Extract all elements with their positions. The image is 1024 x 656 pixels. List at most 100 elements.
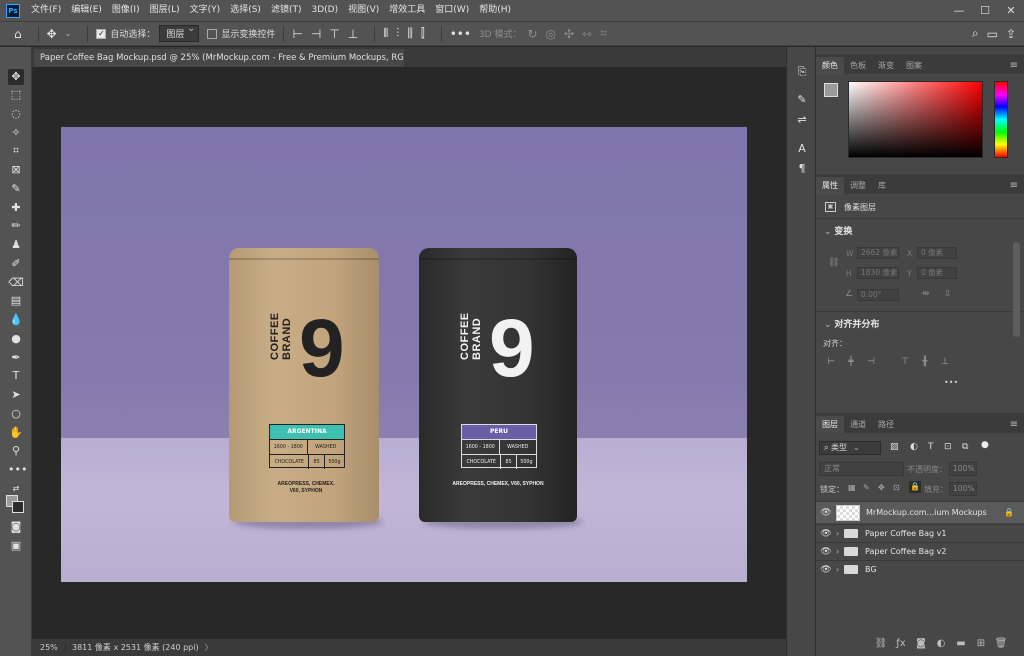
delete-layer-icon[interactable]: 🗑 [994, 637, 1008, 651]
distribute-spacing-icon[interactable]: ⫿ [421, 26, 425, 41]
zoom-tool-icon[interactable]: ⚲ [8, 443, 24, 459]
tab-gradients[interactable]: 渐变 [872, 57, 900, 74]
menu-help[interactable]: 帮助(H) [474, 0, 516, 21]
tab-channels[interactable]: 通道 [844, 416, 872, 433]
menu-file[interactable]: 文件(F) [26, 0, 66, 21]
align-horizontal-centers-icon[interactable]: ⊣ [311, 27, 321, 41]
document-canvas[interactable]: COFFEE BRAND 9 ARGENTINA 1600 - 1800 WAS… [61, 127, 747, 582]
panel-menu-icon[interactable]: ≡ [1010, 177, 1018, 194]
align-top-edges-icon[interactable]: ⊥ [348, 27, 358, 41]
magic-wand-tool-icon[interactable]: ✧ [8, 125, 24, 141]
align-left-edges-icon[interactable]: ⊢ [292, 27, 302, 41]
filter-smart-object-icon[interactable]: ⧉ [962, 442, 968, 452]
filter-pixel-icon[interactable]: ▨ [890, 442, 899, 452]
tab-libraries[interactable]: 库 [872, 177, 892, 194]
tab-swatches[interactable]: 色板 [844, 57, 872, 74]
foreground-color-swatch[interactable] [824, 83, 838, 97]
visibility-eye-icon[interactable]: 👁 [816, 529, 836, 539]
layer-style-icon[interactable]: ƒx [894, 637, 908, 651]
home-icon[interactable]: ⌂ [14, 27, 22, 41]
more-options-icon[interactable]: ••• [450, 27, 471, 41]
filter-shape-icon[interactable]: ⊡ [944, 442, 952, 452]
lock-all-icon[interactable]: 🔒 [909, 481, 921, 493]
menu-3d[interactable]: 3D(D) [306, 0, 343, 21]
history-brush-tool-icon[interactable]: ✐ [8, 256, 24, 272]
lock-artboard-icon[interactable]: ⊡ [893, 483, 900, 492]
move-tool-icon[interactable]: ✥ [8, 69, 24, 85]
crop-tool-icon[interactable]: ⌗ [8, 143, 24, 159]
fill-field[interactable]: 100% [949, 482, 977, 496]
tab-properties[interactable]: 属性 [816, 177, 844, 194]
angle-field[interactable]: 0.00° [857, 289, 899, 301]
flip-vertical-icon[interactable]: ⇳ [944, 289, 952, 299]
ellipse-tool-icon[interactable]: ○ [8, 406, 24, 422]
filter-type-icon[interactable]: T [928, 442, 934, 452]
layer-row[interactable]: 👁 › Paper Coffee Bag v1 [816, 524, 1024, 542]
status-menu-arrow[interactable]: 〉 [205, 642, 213, 653]
more-options-icon[interactable]: ••• [944, 378, 958, 387]
filter-adjustment-icon[interactable]: ◐ [910, 442, 918, 452]
zoom-level[interactable]: 25% [32, 643, 66, 652]
healing-brush-tool-icon[interactable]: ✚ [8, 200, 24, 216]
pen-tool-icon[interactable]: ✒ [8, 350, 24, 366]
quick-mask-icon[interactable]: ◙ [8, 519, 24, 535]
layer-filter-dropdown[interactable]: ⌕ 类型 ⌄ [819, 441, 881, 455]
align-center-icon[interactable]: ╪ [845, 356, 857, 368]
chevron-right-icon[interactable]: › [836, 547, 844, 556]
visibility-eye-icon[interactable]: 👁 [816, 508, 836, 518]
clone-stamp-tool-icon[interactable]: ♟ [8, 237, 24, 253]
edit-toolbar-icon[interactable]: ••• [8, 462, 27, 478]
align-section-title[interactable]: ⌄ 对齐并分布 [824, 317, 879, 330]
properties-scrollbar[interactable] [1013, 242, 1020, 337]
menu-edit[interactable]: 编辑(E) [66, 0, 107, 21]
new-layer-icon[interactable]: ⊞ [974, 637, 988, 651]
filter-toggle-icon[interactable]: ● [981, 440, 989, 450]
character-panel-icon[interactable]: A [795, 142, 809, 156]
lasso-tool-icon[interactable]: ◌ [8, 106, 24, 122]
move-tool-icon[interactable]: ✥ [47, 27, 57, 41]
workspace-icon[interactable]: ▭ [987, 27, 998, 41]
maximize-button[interactable]: ☐ [972, 0, 998, 21]
lock-position-icon[interactable]: ✥ [878, 483, 885, 492]
scale-3d-icon[interactable]: ⌗ [600, 26, 607, 41]
tab-paths[interactable]: 路径 [872, 416, 900, 433]
align-right-icon[interactable]: ⊣ [865, 356, 877, 368]
new-group-icon[interactable]: ▬ [954, 637, 968, 651]
chevron-right-icon[interactable]: › [836, 529, 844, 538]
height-field[interactable]: 1830 像素 [857, 267, 899, 279]
roll-3d-icon[interactable]: ◎ [546, 27, 556, 41]
document-tab[interactable]: Paper Coffee Bag Mockup.psd @ 25% (MrMoc… [34, 49, 404, 67]
width-field[interactable]: 2662 像素 [857, 247, 899, 259]
frame-tool-icon[interactable]: ⊠ [8, 162, 24, 178]
screen-mode-icon[interactable]: ▣ [8, 538, 24, 554]
align-left-icon[interactable]: ⊢ [825, 356, 837, 368]
share-icon[interactable]: ⇪ [1006, 27, 1016, 41]
blend-mode-dropdown[interactable]: 正常 [819, 462, 904, 476]
lock-pixels-icon[interactable]: ✎ [863, 483, 870, 492]
orbit-3d-icon[interactable]: ↻ [527, 27, 537, 41]
y-field[interactable]: 0 像素 [917, 267, 957, 279]
align-right-edges-icon[interactable]: ⊤ [329, 27, 339, 41]
add-mask-icon[interactable]: ◙ [914, 637, 928, 651]
tab-layers[interactable]: 图层 [816, 416, 844, 433]
panel-menu-icon[interactable]: ≡ [1010, 57, 1018, 74]
layer-row[interactable]: 👁 › BG [816, 560, 1024, 578]
align-bottom-icon[interactable]: ⊥ [939, 356, 951, 368]
menu-select[interactable]: 选择(S) [225, 0, 266, 21]
lock-transparency-icon[interactable]: ▦ [848, 483, 856, 492]
tab-patterns[interactable]: 图案 [900, 57, 928, 74]
auto-select-dropdown[interactable]: 图层 [159, 23, 200, 42]
transform-section-title[interactable]: ⌄ 变换 [824, 224, 852, 237]
eyedropper-tool-icon[interactable]: ✎ [8, 181, 24, 197]
brush-tool-icon[interactable]: ✏ [8, 218, 24, 234]
show-transform-checkbox[interactable] [207, 28, 218, 39]
align-middle-icon[interactable]: ╫ [919, 356, 931, 368]
color-picker-field[interactable] [848, 81, 983, 158]
tab-color[interactable]: 颜色 [816, 57, 844, 74]
background-color-swatch[interactable] [12, 501, 24, 513]
blur-tool-icon[interactable]: 💧 [8, 312, 24, 328]
opacity-field[interactable]: 100% [949, 462, 977, 476]
menu-type[interactable]: 文字(Y) [185, 0, 226, 21]
menu-image[interactable]: 图像(I) [107, 0, 145, 21]
menu-plugins[interactable]: 增效工具 [384, 0, 430, 21]
